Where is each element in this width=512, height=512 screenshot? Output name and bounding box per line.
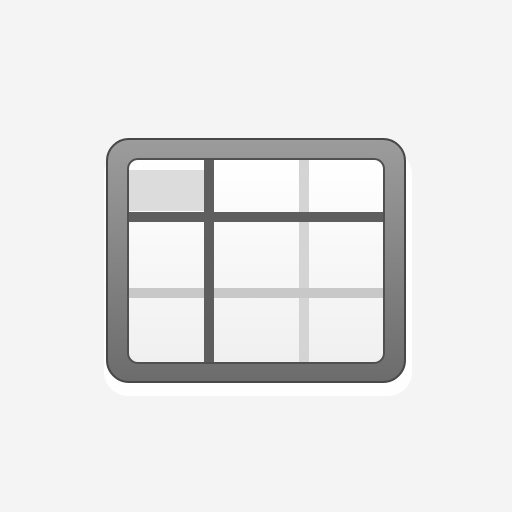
grid-line-light-vertical bbox=[299, 159, 309, 363]
icon-canvas bbox=[0, 0, 512, 512]
header-cell-highlight bbox=[128, 170, 204, 211]
grid-line-light-horizontal bbox=[128, 288, 384, 298]
grid-line-dark-horizontal bbox=[128, 212, 384, 222]
icon-sheet bbox=[128, 159, 384, 363]
grid-line-dark-vertical bbox=[204, 159, 214, 363]
spreadsheet-table-icon bbox=[104, 138, 412, 396]
